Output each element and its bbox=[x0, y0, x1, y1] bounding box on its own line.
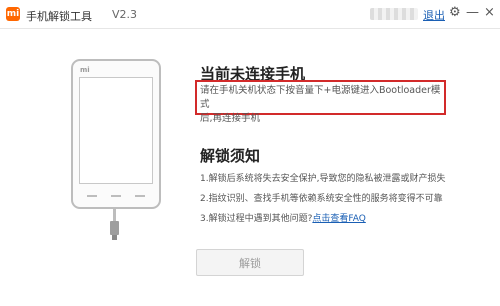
unlock-button[interactable]: 解锁 bbox=[196, 249, 304, 276]
mi-logo-icon: mi bbox=[6, 7, 20, 21]
notice-item: 1.解锁后系统将失去安全保护,导致您的隐私被泄露或财产损失 bbox=[200, 174, 446, 184]
gear-icon[interactable]: ⚙ bbox=[449, 5, 461, 21]
instruction-line-2: 后,再连接手机 bbox=[200, 113, 261, 124]
account-name-blurred bbox=[370, 8, 418, 20]
minimize-button[interactable]: — bbox=[466, 5, 479, 21]
notice-item-text: 3.解锁过程中遇到其他问题? bbox=[200, 214, 313, 224]
instruction-line-1: 请在手机关机状态下按音量下+电源键进入Bootloader模式 bbox=[200, 85, 441, 110]
notice-item: 3.解锁过程中遇到其他问题?点击查看FAQ bbox=[200, 213, 445, 233]
instruction-box: 请在手机关机状态下按音量下+电源键进入Bootloader模式 后,再连接手机 bbox=[195, 80, 446, 124]
close-button[interactable]: × bbox=[484, 5, 495, 21]
menu-key-icon bbox=[87, 195, 97, 197]
faq-link[interactable]: 点击查看FAQ bbox=[312, 214, 365, 224]
usb-plug-icon bbox=[110, 221, 119, 235]
usb-plug-tip bbox=[112, 235, 117, 240]
title-bar: mi 手机解锁工具 V2.3 退出 ⚙ — × bbox=[0, 0, 500, 29]
phone-mi-logo: mi bbox=[80, 66, 90, 74]
app-title: 手机解锁工具 bbox=[26, 10, 92, 23]
usb-cable-icon bbox=[113, 207, 116, 221]
notice-list: 1.解锁后系统将失去安全保护,导致您的隐私被泄露或财产损失 2.指纹识别、查找手… bbox=[200, 173, 445, 233]
notice-item: 2.指纹识别、查找手机等依赖系统安全性的服务将变得不可靠 bbox=[200, 194, 443, 204]
phone-keys bbox=[73, 191, 159, 201]
phone-illustration: mi bbox=[71, 59, 161, 209]
logout-link[interactable]: 退出 bbox=[423, 7, 445, 23]
back-key-icon bbox=[135, 195, 145, 197]
phone-screen bbox=[79, 77, 153, 184]
app-version: V2.3 bbox=[112, 8, 138, 21]
notice-title: 解锁须知 bbox=[200, 147, 261, 165]
home-key-icon bbox=[111, 195, 121, 197]
